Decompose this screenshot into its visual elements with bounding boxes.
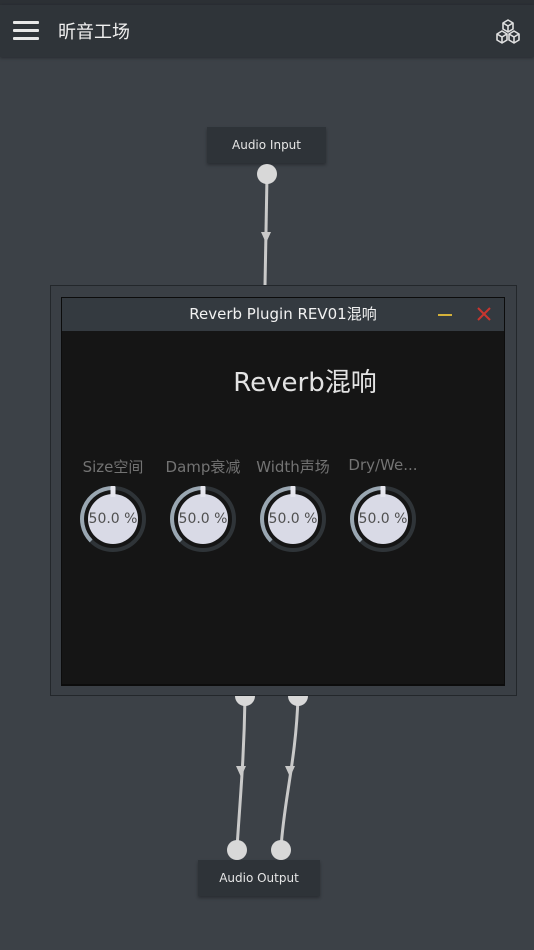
knob-label: Damp衰减	[165, 458, 241, 476]
plugin-window-edge	[61, 684, 505, 686]
plugin-heading: Reverb混响	[233, 368, 377, 398]
wire-arrow-icon	[261, 232, 271, 243]
knob-group-size: Size空间 50.0 %	[68, 456, 158, 556]
knob-label: Width声场	[256, 458, 330, 476]
dry-wet-knob[interactable]: 50.0 %	[350, 486, 416, 552]
audio-output-node[interactable]: Audio Output	[198, 860, 320, 896]
knob-value: 50.0 %	[178, 511, 228, 527]
plugin-titlebar[interactable]: Reverb Plugin REV01混响	[62, 298, 504, 331]
size-knob[interactable]: 50.0 %	[80, 486, 146, 552]
audio-input-node[interactable]: Audio Input	[207, 127, 326, 163]
knob-value: 50.0 %	[88, 511, 138, 527]
wire-arrow-icon	[236, 766, 246, 777]
knob-value: 50.0 %	[358, 511, 408, 527]
width-knob[interactable]: 50.0 %	[260, 486, 326, 552]
knob-group-width: Width声场 50.0 %	[248, 456, 338, 556]
plugin-frame-edge	[50, 686, 517, 696]
knob-group-drywet: Dry/We... 50.0 %	[338, 456, 428, 556]
damp-knob[interactable]: 50.0 %	[170, 486, 236, 552]
minimize-button[interactable]	[438, 307, 452, 321]
knob-value: 50.0 %	[268, 511, 318, 527]
knob-label: Size空间	[82, 458, 144, 476]
reverb-plugin-window: Reverb Plugin REV01混响 Reverb混响 Size空间 50…	[61, 297, 505, 685]
knob-group-damp: Damp衰减 50.0 %	[158, 456, 248, 556]
close-icon[interactable]	[476, 306, 492, 322]
wire-arrow-icon	[285, 766, 295, 777]
wire-input-to-plugin	[263, 175, 269, 287]
knob-label: Dry/We...	[348, 456, 418, 474]
